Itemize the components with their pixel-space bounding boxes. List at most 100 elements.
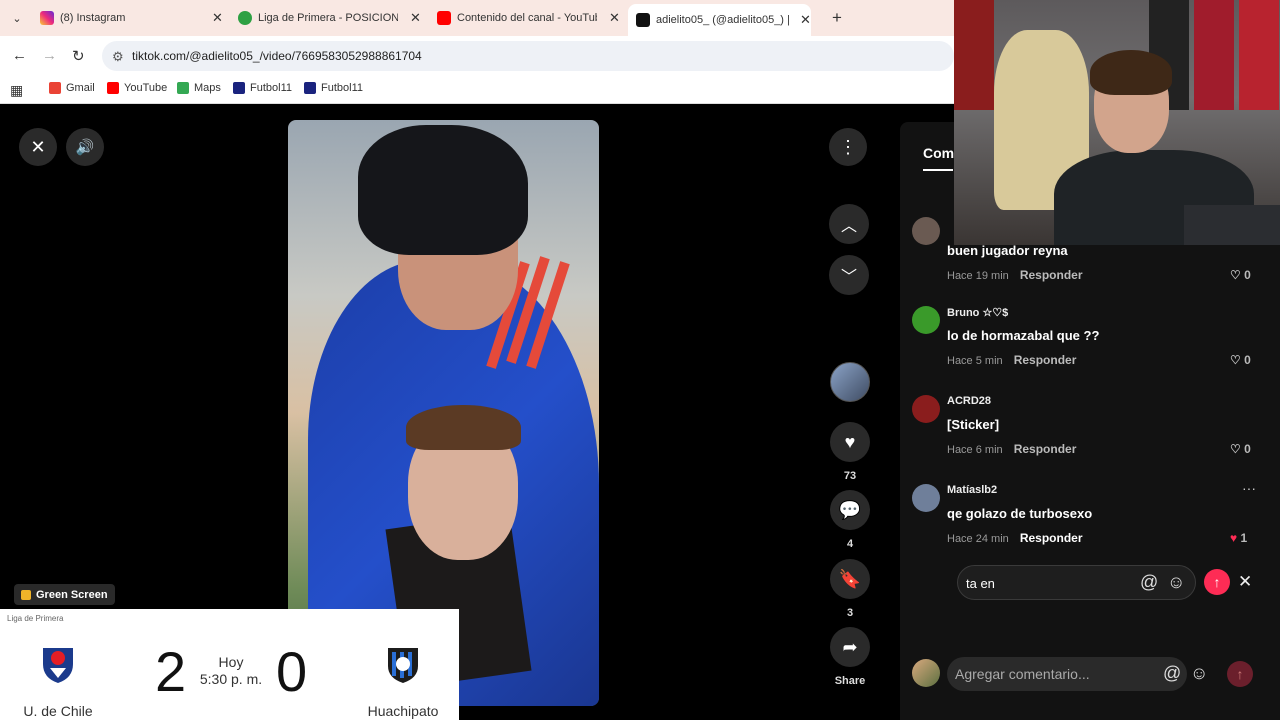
apps-grid-icon[interactable]: ▦ xyxy=(10,82,23,99)
volume-icon[interactable]: 🔊 xyxy=(66,128,104,166)
wall-jersey xyxy=(1194,0,1234,110)
new-tab-button[interactable]: + xyxy=(832,8,842,28)
commenter-avatar[interactable] xyxy=(912,395,940,423)
comment-like-count: 0 xyxy=(1244,442,1251,456)
bookmark-youtube[interactable]: YouTube xyxy=(107,82,167,94)
comment-like-count: 1 xyxy=(1240,531,1248,545)
video-frame-hair xyxy=(358,125,528,255)
like-count: 73 xyxy=(843,470,857,482)
close-tab-icon[interactable]: ✕ xyxy=(609,10,620,26)
bookmark-icon[interactable]: 🔖 xyxy=(830,559,870,599)
close-icon[interactable]: ✕ xyxy=(19,128,57,166)
reply-input[interactable] xyxy=(966,574,1136,593)
commenter-name[interactable]: Bruno ☆♡$ xyxy=(947,306,1008,319)
u-de-chile-crest-icon xyxy=(43,648,73,683)
close-reply-icon[interactable]: ✕ xyxy=(1238,572,1252,592)
send-reply-button[interactable]: ↑ xyxy=(1204,569,1230,595)
close-tab-icon[interactable]: ✕ xyxy=(410,10,421,26)
comment-text: lo de hormazabal que ?? xyxy=(947,328,1100,343)
more-options-icon[interactable]: ··· xyxy=(1242,480,1256,496)
match-hour: 5:30 p. m. xyxy=(199,671,263,687)
user-avatar xyxy=(912,659,940,687)
streamer-hair xyxy=(1090,50,1172,95)
close-tab-icon[interactable]: ✕ xyxy=(800,12,811,28)
comment-time: Hace 24 min xyxy=(947,533,1009,545)
home-team-name: U. de Chile xyxy=(23,703,93,719)
tab-tiktok[interactable]: adielito05_ (@adielito05_) | TikT ✕ xyxy=(628,4,811,36)
tab-liga-de-primera[interactable]: Liga de Primera - POSICIONES, ✕ xyxy=(230,4,421,32)
bookmark-gmail[interactable]: Gmail xyxy=(49,82,95,94)
bookmark-futbol11[interactable]: Futbol11 xyxy=(233,82,292,94)
reply-button[interactable]: Responder xyxy=(1014,353,1077,367)
comment-like[interactable]: ♡ 0 xyxy=(1230,442,1251,456)
post-comment-button[interactable]: ↑ xyxy=(1227,661,1253,687)
share-icon[interactable]: ➦ xyxy=(830,627,870,667)
comment-like[interactable]: ♡ 0 xyxy=(1230,268,1251,282)
mention-icon[interactable]: @ xyxy=(1163,663,1181,684)
author-avatar[interactable] xyxy=(830,362,870,402)
gmail-icon xyxy=(49,82,61,94)
next-video-icon[interactable]: ﹀ xyxy=(829,255,869,295)
comment-action[interactable]: 💬 4 xyxy=(830,490,870,550)
commenter-name[interactable]: Matíaslb2 xyxy=(947,484,997,496)
save-count: 3 xyxy=(846,607,854,619)
close-tab-icon[interactable]: ✕ xyxy=(212,10,223,26)
url-text[interactable]: tiktok.com/@adielito05_/video/7669583052… xyxy=(132,49,422,63)
save-action[interactable]: 🔖 3 xyxy=(830,559,870,619)
heart-icon[interactable]: ♥ xyxy=(830,422,870,462)
tab-title: (8) Instagram xyxy=(60,12,126,24)
like-action[interactable]: ♥ 73 xyxy=(830,422,870,482)
reply-button[interactable]: Responder xyxy=(1020,531,1083,545)
wall-jersey xyxy=(1239,0,1279,110)
add-comment-bar: @ ☺ ↑ xyxy=(912,657,1262,691)
comment-like-count: 0 xyxy=(1244,353,1251,367)
comment-time: Hace 6 min xyxy=(947,444,1003,456)
commenter-name[interactable]: ACRD28 xyxy=(947,395,991,407)
site-info-icon[interactable]: ⚙ xyxy=(112,49,124,65)
reply-button[interactable]: Responder xyxy=(1020,268,1083,282)
back-arrow-icon[interactable]: ← xyxy=(12,47,27,64)
forward-arrow-icon[interactable]: → xyxy=(42,47,57,64)
reload-icon[interactable]: ↻ xyxy=(72,47,85,65)
emoji-icon[interactable]: ☺ xyxy=(1190,663,1208,684)
away-team: Huachipato xyxy=(348,644,458,719)
comment-like[interactable]: ♥ 1 xyxy=(1230,531,1247,545)
reply-button[interactable]: Responder xyxy=(1014,442,1077,456)
soccer-ball-icon xyxy=(238,11,252,25)
bookmark-futbol11[interactable]: Futbol11 xyxy=(304,82,363,94)
comment-text: buen jugador reyna xyxy=(947,243,1068,258)
address-bar[interactable]: ⚙ tiktok.com/@adielito05_/video/76695830… xyxy=(102,41,954,71)
emoji-icon[interactable]: ☺ xyxy=(1167,572,1185,593)
tab-instagram[interactable]: (8) Instagram ✕ xyxy=(32,4,223,32)
comment-like[interactable]: ♡ 0 xyxy=(1230,353,1251,367)
green-screen-badge[interactable]: Green Screen xyxy=(14,584,115,605)
share-label: Share xyxy=(834,675,866,687)
bookmark-label: Futbol11 xyxy=(250,82,292,94)
instagram-icon xyxy=(40,11,54,25)
tab-search-button[interactable]: ⌄ xyxy=(6,7,28,29)
mention-icon[interactable]: @ xyxy=(1140,572,1158,593)
tab-underline xyxy=(923,169,953,171)
share-action[interactable]: ➦ Share xyxy=(830,627,870,687)
commenter-avatar[interactable] xyxy=(912,484,940,512)
tab-title: adielito05_ (@adielito05_) | TikT xyxy=(656,14,792,26)
comment-icon[interactable]: 💬 xyxy=(830,490,870,530)
green-screen-hair xyxy=(406,405,521,450)
reply-box: @ ☺ xyxy=(957,565,1196,600)
add-comment-input[interactable] xyxy=(947,657,1187,691)
browser-tab-bar: ⌄ (8) Instagram ✕ Liga de Primera - POSI… xyxy=(0,0,955,36)
comment-time: Hace 19 min xyxy=(947,270,1009,282)
bookmark-maps[interactable]: Maps xyxy=(177,82,221,94)
home-team: U. de Chile xyxy=(3,644,113,719)
commenter-avatar[interactable] xyxy=(912,306,940,334)
tab-youtube[interactable]: Contenido del canal - YouTube ✕ xyxy=(429,4,620,32)
maps-icon xyxy=(177,82,189,94)
match-day: Hoy xyxy=(218,654,244,670)
commenter-avatar[interactable] xyxy=(912,217,940,245)
youtube-icon xyxy=(107,82,119,94)
previous-video-icon[interactable]: ︿ xyxy=(829,204,869,244)
desk xyxy=(1184,205,1280,245)
bookmark-label: Maps xyxy=(194,82,221,94)
more-options-icon[interactable]: ⋮ xyxy=(829,128,867,166)
green-screen-icon xyxy=(21,589,31,600)
